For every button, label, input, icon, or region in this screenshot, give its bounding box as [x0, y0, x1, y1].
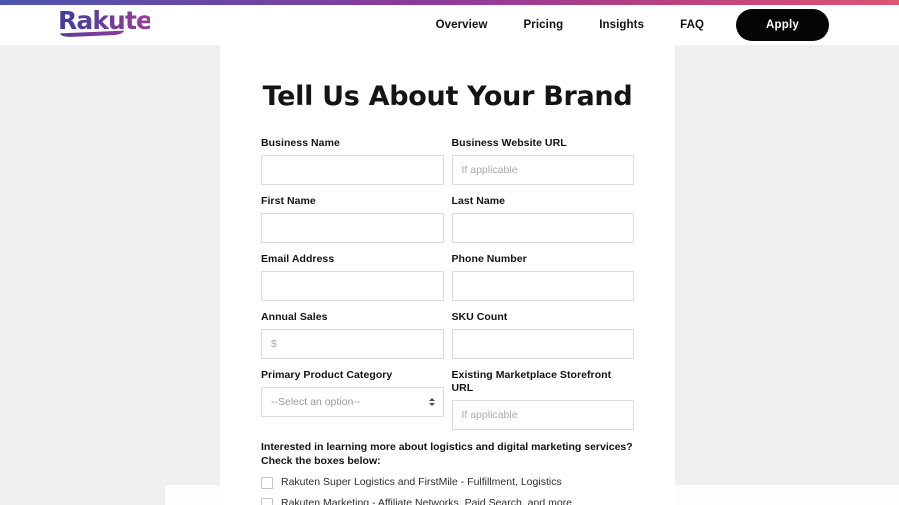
rakuten-logo[interactable]: Rakuten: [58, 6, 170, 40]
field-business-name: Business Name: [261, 137, 444, 185]
nav-item-overview[interactable]: Overview: [418, 19, 506, 31]
field-business-url: Business Website URL: [451, 137, 634, 185]
field-sku-count: SKU Count: [451, 311, 634, 359]
label-marketplace-url: Existing Marketplace Storefront URL: [451, 369, 612, 394]
label-first-name: First Name: [261, 195, 316, 207]
form-row-3: Email Address Phone Number: [261, 253, 634, 301]
nav-item-pricing[interactable]: Pricing: [506, 19, 582, 31]
nav-item-faq[interactable]: FAQ: [662, 19, 722, 31]
input-phone[interactable]: [451, 271, 634, 301]
input-annual-sales[interactable]: [261, 329, 444, 359]
label-phone: Phone Number: [451, 253, 527, 265]
form-card: Tell Us About Your Brand Business Name B…: [220, 45, 675, 505]
label-email: Email Address: [261, 253, 335, 265]
logo-text: Rakuten: [58, 6, 170, 35]
label-sku-count: SKU Count: [451, 311, 508, 323]
field-last-name: Last Name: [451, 195, 634, 243]
field-email: Email Address: [261, 253, 444, 301]
header-apply-button[interactable]: Apply: [736, 9, 829, 41]
input-first-name[interactable]: [261, 213, 444, 243]
field-phone: Phone Number: [451, 253, 634, 301]
input-business-name[interactable]: [261, 155, 444, 185]
label-last-name: Last Name: [451, 195, 506, 207]
checkbox-label-marketing[interactable]: Rakuten Marketing - Affiliate Networks, …: [281, 497, 572, 505]
brand-application-form: Business Name Business Website URL First…: [220, 137, 675, 505]
input-sku-count[interactable]: [451, 329, 634, 359]
input-email[interactable]: [261, 271, 444, 301]
form-row-2: First Name Last Name: [261, 195, 634, 243]
field-first-name: First Name: [261, 195, 444, 243]
page-title: Tell Us About Your Brand: [262, 81, 633, 112]
checkbox-row-marketing: Rakuten Marketing - Affiliate Networks, …: [261, 497, 634, 505]
input-last-name[interactable]: [451, 213, 634, 243]
form-row-1: Business Name Business Website URL: [261, 137, 634, 185]
input-marketplace-url[interactable]: [451, 400, 634, 430]
main-navigation: Overview Pricing Insights FAQ Apply: [418, 5, 829, 45]
checkbox-group-heading: Interested in learning more about logist…: [261, 441, 633, 467]
nav-item-insights[interactable]: Insights: [581, 19, 662, 31]
site-header: Rakuten Overview Pricing Insights FAQ Ap…: [0, 5, 899, 45]
top-gradient-bar: [0, 0, 899, 5]
select-product-category[interactable]: --Select an option--: [261, 387, 444, 417]
label-annual-sales: Annual Sales: [261, 311, 328, 323]
checkbox-label-logistics[interactable]: Rakuten Super Logistics and FirstMile - …: [281, 476, 562, 489]
checkbox-row-logistics: Rakuten Super Logistics and FirstMile - …: [261, 476, 634, 489]
checkbox-logistics[interactable]: [261, 476, 273, 489]
label-business-name: Business Name: [261, 137, 340, 149]
form-row-5: Primary Product Category --Select an opt…: [261, 369, 634, 430]
input-business-url[interactable]: [451, 155, 634, 185]
field-product-category: Primary Product Category --Select an opt…: [261, 369, 444, 430]
select-wrapper-product-category: --Select an option--: [261, 387, 444, 417]
label-business-url: Business Website URL: [451, 137, 567, 149]
checkbox-marketing[interactable]: [261, 497, 273, 505]
form-row-4: Annual Sales SKU Count: [261, 311, 634, 359]
field-annual-sales: Annual Sales: [261, 311, 444, 359]
field-marketplace-url: Existing Marketplace Storefront URL: [451, 369, 634, 430]
label-product-category: Primary Product Category: [261, 369, 393, 381]
